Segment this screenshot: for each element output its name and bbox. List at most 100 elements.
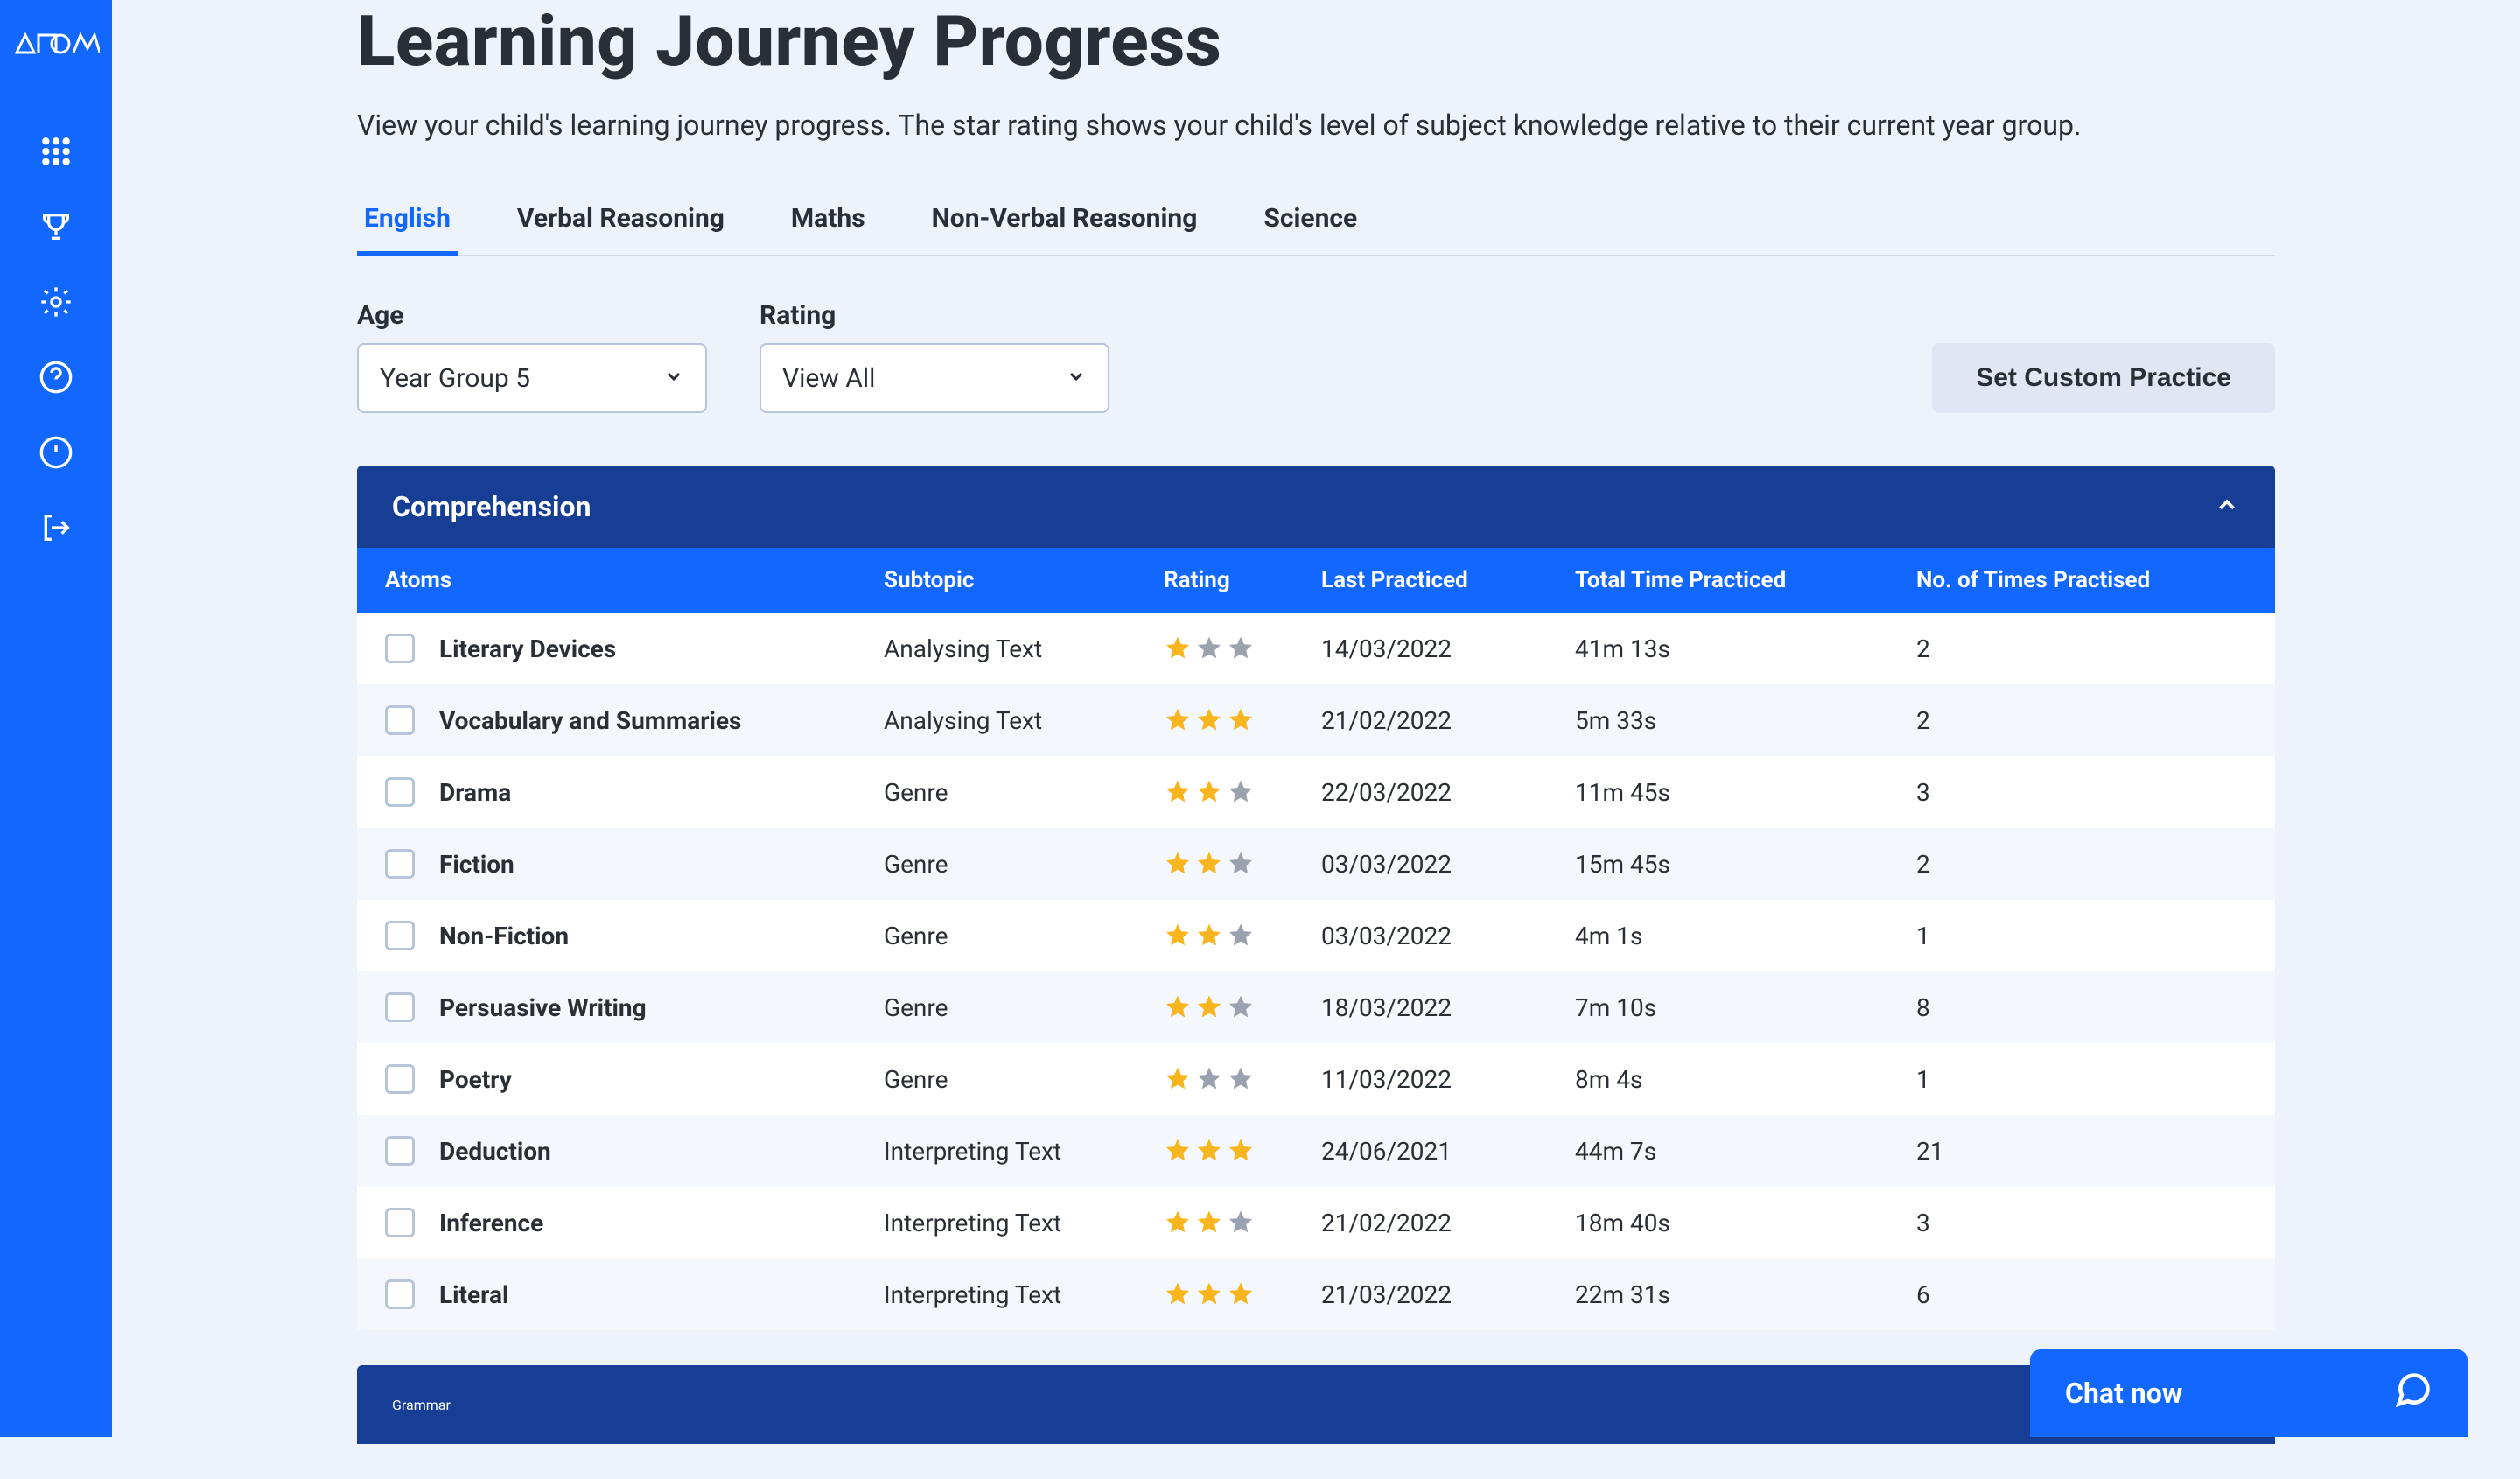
star-icon <box>1195 922 1223 950</box>
section-header-comprehension[interactable]: Comprehension <box>357 466 2275 548</box>
table-row: LiteralInterpreting Text21/03/202222m 31… <box>357 1258 2275 1330</box>
row-checkbox[interactable] <box>385 849 415 879</box>
tab-science[interactable]: Science <box>1256 186 1364 255</box>
table-row: FictionGenre03/03/202215m 45s2 <box>357 828 2275 900</box>
row-checkbox[interactable] <box>385 1279 415 1309</box>
row-checkbox[interactable] <box>385 992 415 1022</box>
age-select[interactable]: Year Group 5 <box>357 343 707 413</box>
atom-cell: Vocabulary and Summaries <box>385 705 884 735</box>
atom-label: Fiction <box>439 850 514 879</box>
trophy-icon[interactable] <box>36 207 76 247</box>
total-time-cell: 22m 31s <box>1575 1280 1916 1309</box>
times-practised-cell: 1 <box>1916 1065 2222 1094</box>
atom-cell: Deduction <box>385 1136 884 1166</box>
star-icon <box>1164 993 1192 1021</box>
col-times-practised: No. of Times Practised <box>1916 567 2222 593</box>
star-icon <box>1227 1209 1255 1237</box>
help-icon[interactable] <box>36 357 76 397</box>
page-subtitle: View your child's learning journey progr… <box>357 109 2275 142</box>
logout-icon[interactable] <box>36 508 76 548</box>
atom-cell: Inference <box>385 1208 884 1237</box>
section-header-grammar[interactable]: Grammar <box>357 1365 2275 1444</box>
subtopic-cell: Genre <box>884 993 1164 1022</box>
col-atoms: Atoms <box>385 567 884 593</box>
rating-stars <box>1164 922 1321 950</box>
alert-icon[interactable] <box>36 432 76 473</box>
atom-cell: Fiction <box>385 849 884 879</box>
row-checkbox[interactable] <box>385 1208 415 1237</box>
star-icon <box>1195 778 1223 806</box>
atom-label: Inference <box>439 1209 543 1237</box>
atom-cell: Persuasive Writing <box>385 992 884 1022</box>
row-checkbox[interactable] <box>385 705 415 735</box>
last-practiced-cell: 03/03/2022 <box>1321 922 1575 950</box>
set-custom-practice-button[interactable]: Set Custom Practice <box>1932 343 2275 413</box>
star-icon <box>1195 850 1223 878</box>
times-practised-cell: 6 <box>1916 1280 2222 1309</box>
atom-label: Literal <box>439 1280 508 1309</box>
page-title: Learning Journey Progress <box>357 0 2275 82</box>
star-icon <box>1195 1209 1223 1237</box>
star-icon <box>1164 1137 1192 1165</box>
row-checkbox[interactable] <box>385 1136 415 1166</box>
chevron-down-icon <box>1066 363 1087 394</box>
atom-label: Persuasive Writing <box>439 993 647 1022</box>
atom-label: Vocabulary and Summaries <box>439 706 741 735</box>
star-icon <box>1227 1065 1255 1093</box>
row-checkbox[interactable] <box>385 921 415 950</box>
col-rating: Rating <box>1164 567 1321 593</box>
tab-non-verbal-reasoning[interactable]: Non-Verbal Reasoning <box>925 186 1205 255</box>
col-total-time: Total Time Practiced <box>1575 567 1916 593</box>
age-filter: Age Year Group 5 <box>357 300 707 413</box>
rating-stars <box>1164 1065 1321 1093</box>
rating-value: View All <box>782 363 875 394</box>
last-practiced-cell: 21/02/2022 <box>1321 1209 1575 1237</box>
row-checkbox[interactable] <box>385 1064 415 1094</box>
subtopic-cell: Analysing Text <box>884 706 1164 735</box>
total-time-cell: 7m 10s <box>1575 993 1916 1022</box>
star-icon <box>1227 850 1255 878</box>
total-time-cell: 44m 7s <box>1575 1137 1916 1166</box>
rating-stars <box>1164 1280 1321 1308</box>
atom-cell: Non-Fiction <box>385 921 884 950</box>
subtopic-cell: Analysing Text <box>884 634 1164 663</box>
times-practised-cell: 2 <box>1916 850 2222 879</box>
table-header: Atoms Subtopic Rating Last Practiced Tot… <box>357 548 2275 613</box>
age-label: Age <box>357 300 707 331</box>
rating-select[interactable]: View All <box>760 343 1110 413</box>
star-icon <box>1227 922 1255 950</box>
star-icon <box>1195 1137 1223 1165</box>
row-checkbox[interactable] <box>385 634 415 663</box>
star-icon <box>1164 706 1192 734</box>
atom-cell: Literary Devices <box>385 634 884 663</box>
star-icon <box>1164 634 1192 662</box>
atom-label: Literary Devices <box>439 634 616 663</box>
chat-widget[interactable]: Chat now <box>2030 1349 2468 1437</box>
times-practised-cell: 21 <box>1916 1137 2222 1166</box>
star-icon <box>1227 1280 1255 1308</box>
atom-label: Deduction <box>439 1137 551 1166</box>
apps-icon[interactable] <box>36 131 76 172</box>
tab-verbal-reasoning[interactable]: Verbal Reasoning <box>510 186 732 255</box>
row-checkbox[interactable] <box>385 777 415 807</box>
age-value: Year Group 5 <box>380 363 530 394</box>
star-icon <box>1195 1280 1223 1308</box>
star-icon <box>1195 706 1223 734</box>
star-icon <box>1227 1137 1255 1165</box>
tab-english[interactable]: English <box>357 186 458 255</box>
subtopic-cell: Genre <box>884 1065 1164 1094</box>
gear-icon[interactable] <box>36 282 76 322</box>
star-icon <box>1164 1209 1192 1237</box>
last-practiced-cell: 18/03/2022 <box>1321 993 1575 1022</box>
total-time-cell: 4m 1s <box>1575 922 1916 950</box>
logo[interactable] <box>12 26 100 61</box>
table-body: Literary Devices Analysing Text 14/03/2022… <box>357 613 2275 1330</box>
tab-maths[interactable]: Maths <box>784 186 872 255</box>
star-icon <box>1164 922 1192 950</box>
last-practiced-cell: 14/03/2022 <box>1321 634 1575 663</box>
rating-stars <box>1164 850 1321 878</box>
last-practiced-cell: 24/06/2021 <box>1321 1137 1575 1166</box>
star-icon <box>1164 850 1192 878</box>
rating-stars <box>1164 993 1321 1021</box>
rating-stars <box>1164 706 1321 734</box>
